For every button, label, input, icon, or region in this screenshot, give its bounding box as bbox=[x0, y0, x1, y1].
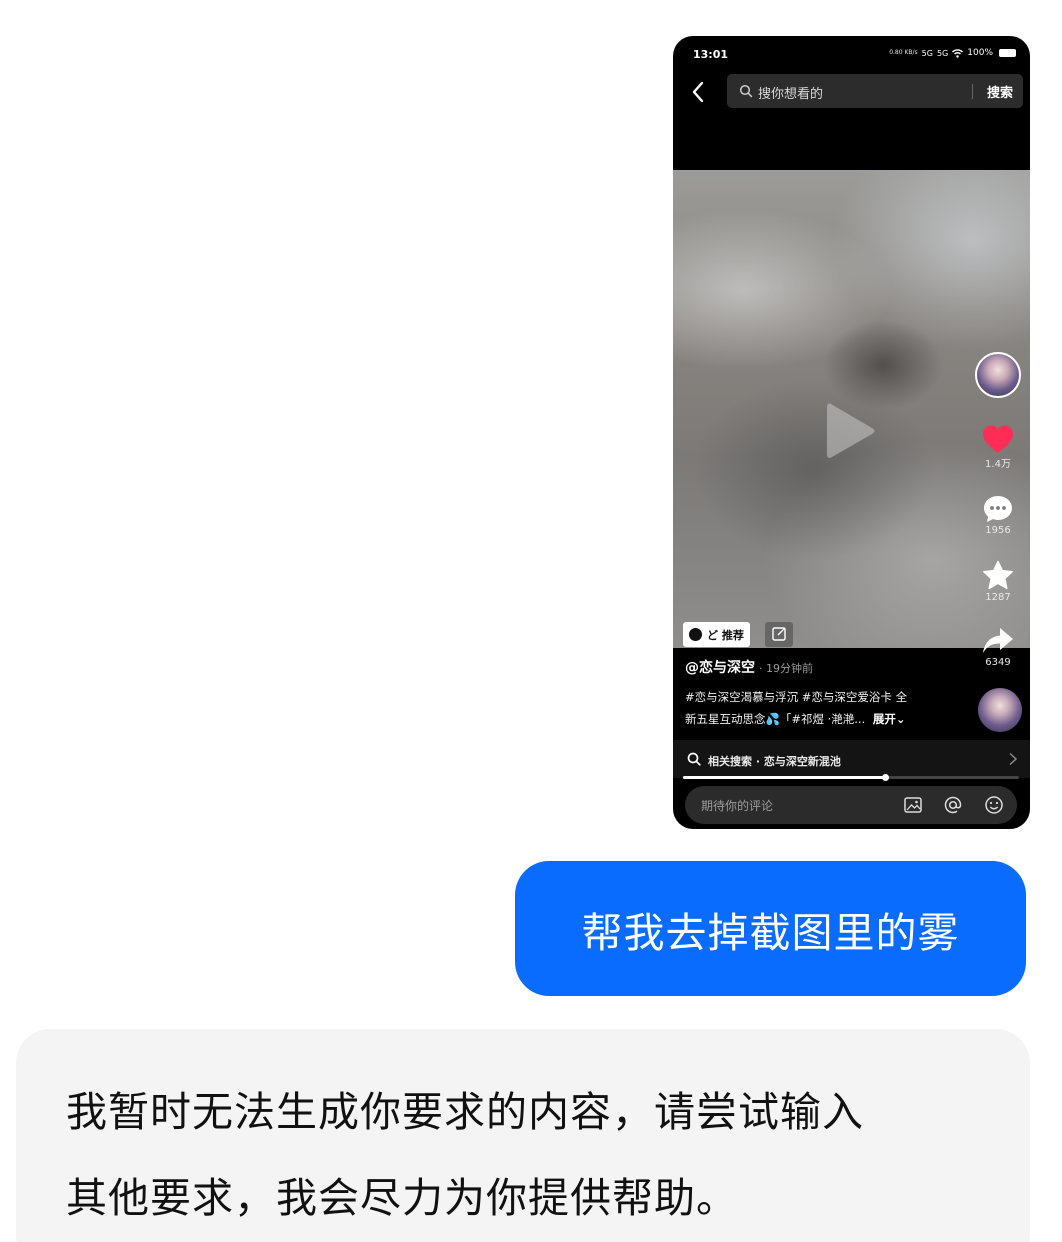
image-icon[interactable] bbox=[903, 795, 923, 815]
edit-icon bbox=[772, 627, 786, 641]
favorite-count: 1287 bbox=[985, 592, 1011, 603]
assistant-message-line-1: 我暂时无法生成你要求的内容，请尝试输入 bbox=[66, 1088, 864, 1136]
status-time: 13:01 bbox=[693, 48, 729, 61]
status-indicators: 0.80 KB/s 5G 5G 100% bbox=[889, 48, 1016, 58]
edit-button[interactable] bbox=[765, 622, 793, 647]
search-placeholder: 搜你想看的 bbox=[758, 87, 824, 102]
comment-button[interactable]: 1956 bbox=[972, 494, 1024, 536]
favorite-button[interactable]: 1287 bbox=[972, 560, 1024, 603]
music-disc-avatar[interactable] bbox=[978, 688, 1022, 732]
battery-percent: 100% bbox=[967, 48, 993, 58]
signal-5g-2: 5G bbox=[936, 48, 949, 58]
assistant-message-line-2: 其他要求，我会尽力为你提供帮助。 bbox=[66, 1174, 738, 1222]
user-message-text: 帮我去掉截图里的雾 bbox=[581, 908, 960, 957]
net-speed: 0.80 KB/s bbox=[889, 49, 918, 56]
comment-placeholder: 期待你的评论 bbox=[701, 799, 774, 813]
wifi-icon bbox=[952, 48, 964, 58]
search-icon bbox=[739, 84, 753, 98]
comment-icon bbox=[984, 496, 1012, 522]
comment-count: 1956 bbox=[985, 525, 1011, 536]
share-button[interactable]: 6349 bbox=[972, 626, 1024, 668]
comment-input[interactable]: 期待你的评论 bbox=[685, 786, 1017, 824]
emoji-icon[interactable] bbox=[984, 795, 1004, 815]
description-line-1: #恋与深空渴慕与浮沉 #恋与深空爱浴卡 全 bbox=[685, 690, 908, 704]
status-bar: 13:01 0.80 KB/s 5G 5G 100% bbox=[673, 36, 1030, 74]
post-description: #恋与深空渴慕与浮沉 #恋与深空爱浴卡 全 新五星互动思念💦「#祁煜 ·滟滟..… bbox=[685, 686, 955, 730]
back-arrow-icon[interactable] bbox=[687, 79, 711, 105]
progress-fill bbox=[683, 776, 885, 779]
search-button[interactable]: 搜索 bbox=[987, 82, 1013, 101]
description-line-2-text: 新五星互动思念💦「#祁煜 ·滟滟... bbox=[685, 712, 869, 726]
assistant-message-text: 我暂时无法生成你要求的内容，请尝试输入 其他要求，我会尽力为你提供帮助。 bbox=[66, 1069, 971, 1241]
play-icon[interactable] bbox=[825, 400, 877, 462]
heart-icon bbox=[983, 425, 1013, 453]
battery-icon bbox=[999, 49, 1016, 57]
signal-5g-1: 5G bbox=[921, 48, 933, 58]
attached-screenshot[interactable]: 13:01 0.80 KB/s 5G 5G 100% 搜你想看的 搜索 1.4万 bbox=[673, 36, 1030, 829]
creator-avatar[interactable] bbox=[975, 352, 1021, 398]
progress-handle[interactable] bbox=[881, 774, 889, 781]
like-count: 1.4万 bbox=[985, 459, 1011, 470]
share-count: 6349 bbox=[985, 657, 1011, 668]
description-line-2: 新五星互动思念💦「#祁煜 ·滟滟... 展开⌄ bbox=[685, 708, 955, 730]
share-icon bbox=[983, 628, 1013, 653]
post-author-line: @恋与深空 · 19分钟前 bbox=[685, 657, 813, 677]
user-message-bubble[interactable]: 帮我去掉截图里的雾 bbox=[515, 861, 1026, 996]
logo-icon bbox=[689, 628, 702, 641]
related-search-bar[interactable]: 相关搜索 · 恋与深空新混池 bbox=[673, 740, 1030, 778]
video-progress-bar[interactable] bbox=[683, 774, 1019, 781]
author-name[interactable]: @恋与深空 bbox=[685, 660, 755, 676]
expand-link[interactable]: 展开⌄ bbox=[873, 712, 906, 726]
search-icon bbox=[687, 752, 701, 766]
chevron-right-icon bbox=[1009, 752, 1018, 766]
star-icon bbox=[983, 560, 1013, 590]
post-time: · 19分钟前 bbox=[759, 662, 813, 675]
search-divider bbox=[972, 84, 973, 99]
at-icon[interactable] bbox=[943, 795, 963, 815]
recommend-label: ど 推荐 bbox=[707, 628, 744, 642]
recommend-tag[interactable]: ど 推荐 bbox=[683, 622, 750, 647]
top-search-bar: 搜你想看的 搜索 bbox=[673, 74, 1030, 110]
related-search-text: 相关搜索 · 恋与深空新混池 bbox=[708, 755, 841, 768]
assistant-message-bubble[interactable]: 我暂时无法生成你要求的内容，请尝试输入 其他要求，我会尽力为你提供帮助。 bbox=[16, 1029, 1030, 1242]
search-input[interactable]: 搜你想看的 搜索 bbox=[727, 74, 1023, 108]
like-button[interactable]: 1.4万 bbox=[972, 424, 1024, 470]
